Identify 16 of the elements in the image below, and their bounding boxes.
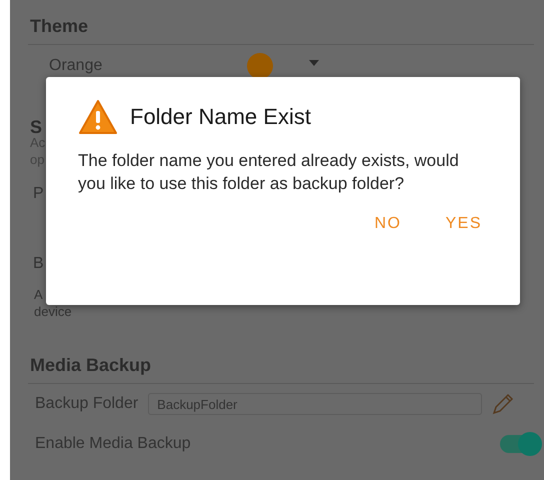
theme-value: Orange: [49, 57, 104, 75]
section-title: Media Backup: [30, 355, 152, 377]
dropdown-caret-icon[interactable]: [309, 60, 319, 66]
setting-description: device: [33, 304, 72, 321]
warning-icon: [78, 99, 118, 135]
dialog-button[interactable]: YES: [437, 209, 490, 239]
backup-folder-label: Backup Folder: [34, 395, 138, 413]
dialog-message: The folder name you entered already exists, would you like to use this folder as backup folder?: [78, 150, 460, 195]
dialog-button[interactable]: NO: [366, 209, 410, 239]
setting-description: A: [33, 287, 43, 304]
section-title: Theme: [30, 15, 88, 38]
dialog-title: Folder Name Exist: [130, 104, 311, 130]
enable-media-backup-label: Enable Media Backup: [34, 435, 191, 453]
section-title: S: [30, 116, 42, 135]
backup-folder-field[interactable]: BackupFolder: [148, 393, 482, 415]
color-swatch-icon: [247, 53, 273, 79]
